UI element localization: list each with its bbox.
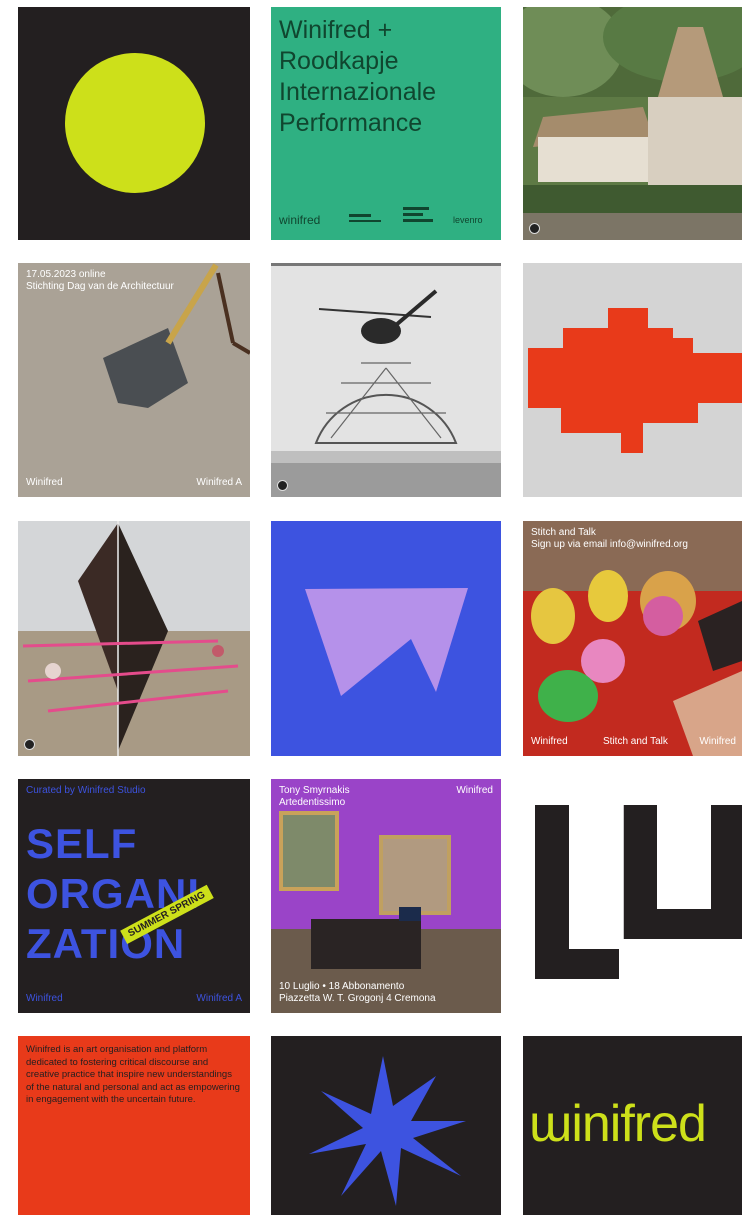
- poster-title-line: Internazionale: [279, 78, 437, 106]
- footer-right: Winifred A: [196, 993, 242, 1004]
- event-signup: Sign up via email info@winifred.org: [531, 539, 688, 550]
- footer-logo-winifred: winifred: [279, 213, 321, 227]
- curator-line: Curated by Winifred Studio: [26, 785, 146, 796]
- tile-self-organization[interactable]: Curated by Winifred Studio SELF ORGANI Z…: [18, 779, 250, 1013]
- tile-red-shape[interactable]: [523, 263, 742, 497]
- manifesto-text: Winifred is an art organisation and plat…: [26, 1044, 240, 1105]
- poster-title-line: Performance: [279, 109, 423, 137]
- sculpture-photo: [18, 521, 250, 756]
- photo-indicator-icon: [277, 480, 288, 491]
- helicopter-dome-photo: [271, 263, 501, 497]
- event-address: Piazzetta W. T. Grogonj 4 Cremona: [279, 993, 436, 1004]
- footer-left: Winifred: [531, 736, 568, 747]
- artist-subtitle: Artedentissimo: [279, 797, 346, 808]
- photo-indicator-icon: [529, 223, 540, 234]
- tile-green-poster[interactable]: Winifred + Roodkapje Internazionale Perf…: [271, 7, 501, 240]
- footer-mid: Stitch and Talk: [603, 736, 668, 747]
- w-shape-graphic: [305, 588, 468, 696]
- tile-helicopter-photo[interactable]: [271, 263, 501, 497]
- photo-indicator-icon: [24, 739, 35, 750]
- footer-right: Winifred A: [196, 477, 242, 488]
- shovel-photo: [18, 263, 250, 497]
- tile-pavilion-photo[interactable]: [523, 7, 742, 240]
- tile-winifred-wordmark[interactable]: ɯinifred: [523, 1036, 742, 1215]
- tile-stitch-poster[interactable]: Stitch and Talk Sign up via email info@w…: [523, 521, 742, 756]
- tile-concert-poster[interactable]: Tony Smyrnakis Winifred Artedentissimo 1…: [271, 779, 501, 1013]
- room-photo: [271, 779, 501, 1013]
- headline-word: SELF: [26, 820, 138, 867]
- tile-shovel-poster[interactable]: 17.05.2023 online Stichting Dag van de A…: [18, 263, 250, 497]
- event-title: Stitch and Talk: [531, 527, 596, 538]
- star-burst-graphic: [309, 1056, 466, 1206]
- artist-name: Tony Smyrnakis: [279, 785, 350, 796]
- headline-word: ZATION: [26, 920, 186, 967]
- event-date: 17.05.2023 online: [26, 269, 106, 280]
- footer-left: Winifred: [26, 477, 63, 488]
- winifred-wordmark-logo: ɯinifred: [529, 1095, 707, 1153]
- pavilion-photo: [523, 7, 742, 240]
- footer-logo-2: [349, 212, 383, 224]
- event-subtitle: Stichting Dag van de Architectuur: [26, 281, 174, 292]
- poster-title-line: Winifred +: [279, 16, 393, 44]
- tile-manifesto[interactable]: Winifred is an art organisation and plat…: [18, 1036, 250, 1215]
- footer-logo-4: levenro: [453, 215, 483, 225]
- tile-black-logo-mark[interactable]: [523, 779, 742, 1013]
- tile-yellow-circle[interactable]: [18, 7, 250, 240]
- w-logo-mark: [535, 805, 742, 979]
- red-pixel-shape: [528, 308, 742, 453]
- footer-logo-3: [403, 205, 437, 227]
- footer-right: Winifred: [699, 736, 736, 747]
- event-date-venue: 10 Luglio • 18 Abbonamento: [279, 981, 405, 992]
- tile-sculpture-photo[interactable]: [18, 521, 250, 756]
- header-brand: Winifred: [456, 785, 493, 796]
- yellow-circle-graphic: [65, 53, 205, 193]
- footer-left: Winifred: [26, 993, 63, 1004]
- knitting-photo: [523, 521, 742, 756]
- poster-title-line: Roodkapje: [279, 47, 399, 75]
- tile-blue-star[interactable]: [271, 1036, 501, 1215]
- tile-blue-w[interactable]: [271, 521, 501, 756]
